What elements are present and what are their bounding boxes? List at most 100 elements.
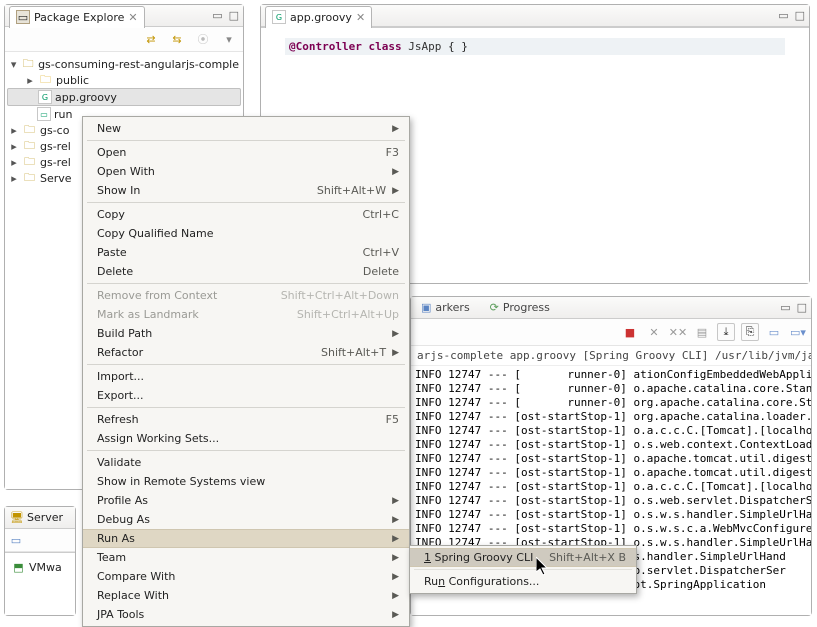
menu-item-jpa-tools[interactable]: JPA Tools▶ [83,605,409,624]
twist-closed-icon[interactable]: ▸ [9,172,19,185]
menu-item-refactor[interactable]: RefactorShift+Alt+T▶ [83,343,409,362]
menu-item-show-in[interactable]: Show InShift+Alt+W▶ [83,181,409,200]
code-line[interactable]: @Controller class JsApp { } [285,38,785,55]
console-toolbar: ■ ✕ ✕✕ ▤ ⤓ ⎘ ▭ ▭▾ [411,319,811,346]
progress-tab[interactable]: ⟳ Progress [484,299,556,316]
project-label: gs-co [40,124,69,137]
display-selected-icon[interactable]: ▭ [765,323,783,341]
menu-item-label: Refactor [97,346,143,359]
menu-item-label: Mark as Landmark [97,308,199,321]
console-line: INFO 12747 --- [ost-startStop-1] o.apach… [415,452,807,466]
twist-open-icon[interactable]: ▾ [9,58,18,71]
collapse-all-icon[interactable]: ⇄ [143,31,159,47]
run-as-submenu[interactable]: 1 Spring Groovy CLIShift+Alt+X B Run Conf… [409,545,637,594]
pin-console-icon[interactable]: ⎘ [741,323,759,341]
progress-tab-label: Progress [503,301,550,314]
menu-item-paste[interactable]: PasteCtrl+V [83,243,409,262]
menu-item-export[interactable]: Export... [83,386,409,405]
menu-item-assign-working-sets[interactable]: Assign Working Sets... [83,429,409,448]
project-label: gs-consuming-rest-angularjs-comple [38,58,239,71]
project-folder-icon: 🗀 [21,57,35,71]
menu-item-label: Show In [97,184,140,197]
console-title: arjs-complete app.groovy [Spring Groovy … [411,346,811,366]
remove-all-icon[interactable]: ✕✕ [669,323,687,341]
menu-item-import[interactable]: Import... [83,367,409,386]
file-item[interactable]: G app.groovy [7,88,241,106]
console-line: INFO 12747 --- [ost-startStop-1] o.s.w.s… [415,508,807,522]
menu-item-team[interactable]: Team▶ [83,548,409,567]
view-menu-icon[interactable]: ▾ [221,31,237,47]
menu-item-debug-as[interactable]: Debug As▶ [83,510,409,529]
minimize-icon[interactable]: ▭ [212,9,222,22]
menu-item-label: Validate [97,456,141,469]
menu-item-profile-as[interactable]: Profile As▶ [83,491,409,510]
close-icon[interactable]: ✕ [356,11,365,24]
menu-item-mark-as-landmark: Mark as LandmarkShift+Ctrl+Alt+Up [83,305,409,324]
explorer-tab[interactable]: ▭ Package Explore ✕ [9,6,145,28]
menu-item-open-with[interactable]: Open With▶ [83,162,409,181]
twist-closed-icon[interactable]: ▸ [25,74,35,87]
folder-label: public [56,74,89,87]
markers-tab-label: arkers [435,301,469,314]
console-line: INFO 12747 --- [ost-startStop-1] org.apa… [415,410,807,424]
menu-item-label: Debug As [97,513,150,526]
minimize-icon[interactable]: ▭ [780,301,790,314]
menu-item-copy[interactable]: CopyCtrl+C [83,205,409,224]
twist-closed-icon[interactable]: ▸ [9,156,19,169]
servers-tab[interactable]: 🖥 Server [8,511,65,524]
menu-item-build-path[interactable]: Build Path▶ [83,324,409,343]
menu-item-delete[interactable]: DeleteDelete [83,262,409,281]
menu-item-label: Copy [97,208,125,221]
server-item[interactable]: ⬒ VMwa [9,559,71,575]
menu-item-replace-with[interactable]: Replace With▶ [83,586,409,605]
view-controls: ▭ □ [212,9,239,22]
progress-icon: ⟳ [490,301,499,314]
file-icon: ▭ [37,107,51,121]
new-server-icon[interactable]: ▭ [8,532,24,548]
twist-closed-icon[interactable]: ▸ [9,140,19,153]
menu-item-validate[interactable]: Validate [83,453,409,472]
menu-item-label: Assign Working Sets... [97,432,219,445]
open-console-icon[interactable]: ▭▾ [789,323,807,341]
groovy-file-icon: G [272,10,286,24]
menu-item-label: JPA Tools [97,608,144,621]
scroll-lock-icon[interactable]: ⤓ [717,323,735,341]
menu-item-label: Refresh [97,413,139,426]
link-with-editor-icon[interactable]: ⇆ [169,31,185,47]
submenu-arrow-icon: ▶ [392,534,399,544]
clear-console-icon[interactable]: ▤ [693,323,711,341]
submenu-item-run-configurations[interactable]: Run Configurations... [410,572,636,591]
menu-item-label: Copy Qualified Name [97,227,214,240]
submenu-item-label: Run Configurations... [424,575,539,588]
menu-item-copy-qualified-name[interactable]: Copy Qualified Name [83,224,409,243]
menu-item-label: Import... [97,370,144,383]
maximize-icon[interactable]: □ [795,9,805,22]
menu-item-show-in-remote-systems-view[interactable]: Show in Remote Systems view [83,472,409,491]
twist-closed-icon[interactable]: ▸ [9,124,19,137]
maximize-icon[interactable]: □ [229,9,239,22]
menu-item-compare-with[interactable]: Compare With▶ [83,567,409,586]
editor-tab[interactable]: G app.groovy ✕ [265,6,372,28]
view-controls: ▭ □ [778,9,805,22]
minimize-icon[interactable]: ▭ [778,9,788,22]
project-label: gs-rel [40,140,71,153]
file-label: run [54,108,72,121]
focus-icon[interactable]: ⦿ [195,31,211,47]
menu-item-refresh[interactable]: RefreshF5 [83,410,409,429]
menu-item-run-as[interactable]: Run As▶ [83,529,409,548]
close-icon[interactable]: ✕ [128,11,137,24]
submenu-item-1-spring-groovy-cli[interactable]: 1 Spring Groovy CLIShift+Alt+X B [410,548,636,567]
remove-launch-icon[interactable]: ✕ [645,323,663,341]
markers-tab[interactable]: ▣ arkers [415,299,476,316]
servers-body[interactable]: ⬒ VMwa [5,552,75,615]
servers-view: 🖥 Server ▭ ⬒ VMwa [4,506,76,616]
submenu-arrow-icon: ▶ [392,591,399,601]
servers-toolbar: ▭ [5,529,75,552]
maximize-icon[interactable]: □ [797,301,807,314]
menu-item-new[interactable]: New▶ [83,119,409,138]
editor-tabrow: G app.groovy ✕ ▭ □ [261,5,809,27]
folder-item[interactable]: ▸ 🗀 public [7,72,241,88]
terminate-icon[interactable]: ■ [621,323,639,341]
menu-item-open[interactable]: OpenF3 [83,143,409,162]
context-menu[interactable]: New▶ OpenF3Open With▶Show InShift+Alt+W▶ C… [82,116,410,627]
